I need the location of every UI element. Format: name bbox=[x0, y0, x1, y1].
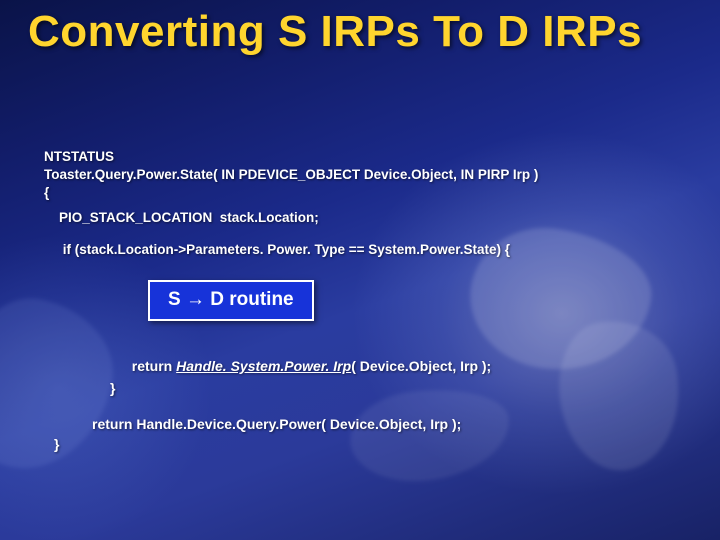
code-return-system: return Handle. System.Power. Irp( Device… bbox=[124, 342, 491, 374]
code-brace-close-outer: } bbox=[54, 436, 59, 452]
callout-box: S → D routine bbox=[148, 280, 314, 321]
arrow-right-icon: → bbox=[186, 289, 205, 311]
callout: S → D routine bbox=[148, 280, 314, 321]
code-brace-close-inner: } bbox=[110, 380, 115, 396]
return-args: ( Device.Object, Irp ); bbox=[351, 358, 491, 374]
callout-right: D routine bbox=[205, 289, 294, 310]
code-line: NTSTATUS bbox=[44, 148, 684, 166]
code-block: NTSTATUS Toaster.Query.Power.State( IN P… bbox=[44, 148, 684, 259]
code-line: if (stack.Location->Parameters. Power. T… bbox=[44, 241, 684, 259]
globe-highlight bbox=[0, 286, 126, 483]
code-return-device: return Handle.Device.Query.Power( Device… bbox=[92, 416, 461, 432]
globe-highlight bbox=[346, 382, 515, 488]
slide-title: Converting S IRPs To D IRPs bbox=[28, 8, 642, 56]
code-line: PIO_STACK_LOCATION stack.Location; bbox=[44, 209, 684, 227]
return-fn: Handle. System.Power. Irp bbox=[176, 358, 351, 374]
return-keyword: return bbox=[132, 358, 176, 374]
code-line: Toaster.Query.Power.State( IN PDEVICE_OB… bbox=[44, 166, 684, 184]
code-line: { bbox=[44, 184, 684, 202]
globe-highlight bbox=[548, 311, 692, 480]
callout-left: S bbox=[168, 289, 186, 310]
